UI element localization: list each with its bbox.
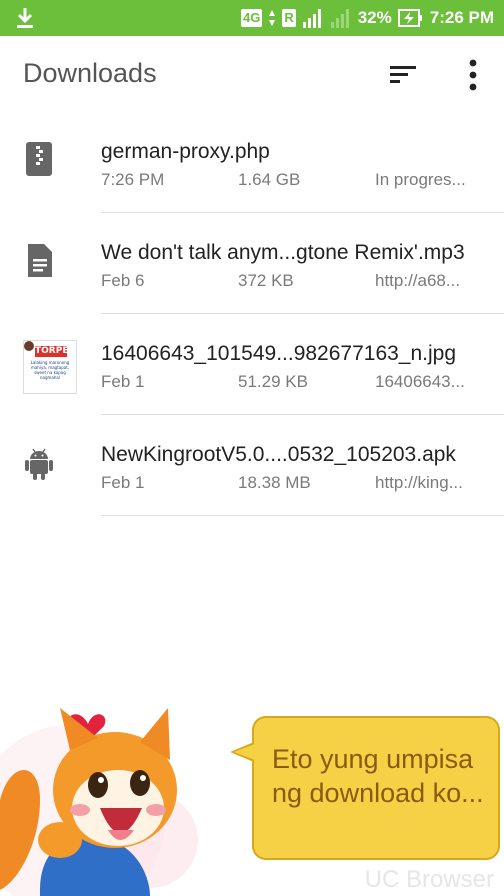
file-name: 16406643_101549...982677163_n.jpg	[101, 342, 457, 365]
download-item[interactable]: NewKingrootV5.0....0532_105203.apk Feb 1…	[0, 415, 504, 516]
status-icons: 4G R 32% 7:26 PM	[240, 6, 494, 30]
speech-bubble-tail-fill	[234, 744, 255, 760]
download-item[interactable]: german-proxy.php 7:26 PM 1.64 GB In prog…	[0, 112, 504, 213]
more-options-icon[interactable]	[462, 58, 484, 94]
battery-percent: 32%	[357, 8, 392, 27]
file-date: 7:26 PM	[101, 170, 165, 189]
thumbnail-heading: TORPE	[35, 346, 69, 357]
file-source-url: http://king...	[375, 473, 463, 492]
file-meta: 7:26 PM 1.64 GB In progres...	[101, 170, 496, 192]
file-source-url: 16406643...	[375, 372, 465, 391]
sort-icon[interactable]	[389, 61, 417, 89]
file-size: 1.64 GB	[238, 170, 301, 189]
divider	[101, 515, 504, 516]
zip-file-icon	[26, 142, 52, 176]
document-icon	[28, 244, 52, 277]
file-size: 18.38 MB	[238, 473, 311, 492]
signal-sim2-icon	[330, 9, 349, 28]
file-name: german-proxy.php	[101, 140, 270, 163]
android-icon	[25, 448, 53, 480]
speech-bubble-text: Eto yung umpisa ng download ko...	[272, 744, 484, 808]
file-name: We don't talk anym...gtone Remix'.mp3	[101, 241, 465, 264]
roaming-badge: R	[282, 9, 296, 27]
file-meta: Feb 1 51.29 KB 16406643...	[101, 372, 496, 394]
file-meta: Feb 6 372 KB http://a68...	[101, 271, 496, 293]
downloads-list: german-proxy.php 7:26 PM 1.64 GB In prog…	[0, 112, 504, 516]
network-type-badge: 4G	[240, 9, 263, 27]
data-arrows-icon	[269, 10, 276, 26]
file-date: Feb 6	[101, 271, 145, 290]
signal-icon	[302, 9, 321, 28]
file-meta: Feb 1 18.38 MB http://king...	[101, 473, 496, 495]
file-size: 51.29 KB	[238, 372, 308, 391]
status-time: 7:26 PM	[429, 8, 494, 27]
thumbnail-caption: Lalaking marunong mahiya, magtapat, swee…	[30, 360, 70, 380]
status-bar: 4G R 32% 7:26 PM	[0, 0, 504, 36]
app-bar: Downloads	[0, 36, 504, 116]
file-date: Feb 1	[101, 473, 145, 492]
battery-charging-icon	[397, 9, 422, 27]
file-name: NewKingrootV5.0....0532_105203.apk	[101, 443, 456, 466]
download-icon	[17, 8, 33, 28]
thumbnail-avatar	[24, 341, 34, 351]
image-thumbnail: TORPE Lalaking marunong mahiya, magtapat…	[23, 340, 77, 394]
page-title: Downloads	[23, 58, 157, 88]
download-item[interactable]: We don't talk anym...gtone Remix'.mp3 Fe…	[0, 213, 504, 314]
file-size: 372 KB	[238, 271, 294, 290]
file-source-url: http://a68...	[375, 271, 461, 290]
file-status: In progres...	[375, 170, 466, 189]
file-date: Feb 1	[101, 372, 145, 391]
download-item[interactable]: TORPE Lalaking marunong mahiya, magtapat…	[0, 314, 504, 415]
uc-browser-watermark: UC Browser	[364, 866, 494, 893]
speech-bubble: Eto yung umpisa ng download ko...	[252, 716, 500, 860]
squirrel-mascot-sticker	[0, 708, 198, 896]
